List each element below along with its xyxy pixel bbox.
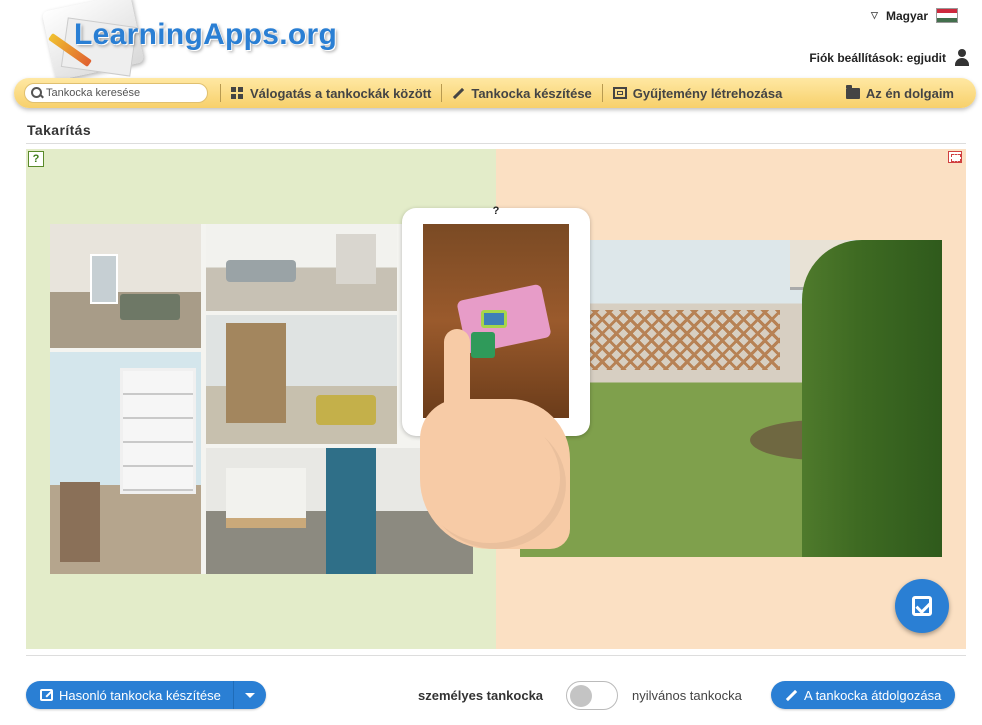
- search-icon: [30, 86, 44, 100]
- card-hint: ?: [492, 205, 500, 217]
- nav-create-app-label: Tankocka készítése: [471, 85, 592, 101]
- lounge-photo: [206, 224, 397, 311]
- garden-house-graphic: [790, 240, 850, 290]
- pencil-icon: [785, 689, 798, 701]
- account-label: Fiók beállítások: egjudit: [809, 51, 946, 65]
- garden-bed-graphic: [750, 420, 890, 460]
- public-label: nyilvános tankocka: [632, 688, 742, 703]
- fullscreen-icon[interactable]: [948, 151, 962, 163]
- rework-app-button[interactable]: A tankocka átdolgozása: [771, 681, 956, 709]
- page: LearningApps.org ▽ Magyar Fiók beállítás…: [0, 0, 982, 725]
- nav-browse-apps[interactable]: Válogatás a tankockák között: [221, 86, 441, 101]
- private-label: személyes tankocka: [418, 688, 544, 703]
- blue-sponge-graphic: [481, 310, 507, 328]
- visibility-toggle[interactable]: [566, 681, 618, 710]
- nav-browse-apps-label: Válogatás a tankockák között: [250, 85, 432, 101]
- language-selector[interactable]: ▽ Magyar: [871, 8, 958, 23]
- dining-room-photo: [206, 315, 397, 444]
- create-similar-button[interactable]: Hasonló tankocka készítése: [26, 681, 233, 709]
- language-caret-icon: ▽: [871, 10, 878, 20]
- logo[interactable]: LearningApps.org: [28, 0, 348, 81]
- chevron-down-icon: [244, 692, 255, 698]
- edit-icon: [40, 689, 53, 701]
- help-icon[interactable]: ?: [28, 151, 44, 167]
- search-input[interactable]: [46, 87, 196, 99]
- hungarian-flag-icon: [936, 8, 958, 23]
- nav-create-app[interactable]: Tankocka készítése: [442, 86, 601, 101]
- checkbox-icon: [912, 596, 932, 616]
- search-box[interactable]: [24, 83, 208, 103]
- collection-icon: [612, 87, 627, 99]
- footer-divider: [26, 655, 966, 656]
- pointing-hand-icon: [416, 329, 576, 551]
- nav-create-collection[interactable]: Gyűjtemény létrehozása: [603, 86, 793, 101]
- account-settings[interactable]: Fiók beállítások: egjudit: [809, 49, 970, 67]
- check-answer-button[interactable]: [895, 579, 949, 633]
- page-title: Takarítás: [27, 122, 92, 138]
- nav-create-collection-label: Gyűjtemény létrehozása: [632, 85, 783, 101]
- folder-icon: [845, 84, 860, 99]
- title-divider: [26, 143, 966, 144]
- nav-my-apps[interactable]: Az én dolgaim: [836, 84, 976, 101]
- toggle-knob: [570, 685, 592, 707]
- shelf-bicycle-photo: [50, 352, 201, 574]
- create-similar-dropdown[interactable]: [234, 681, 266, 709]
- living-room-photo: [50, 224, 201, 348]
- logo-text: LearningApps.org: [74, 18, 338, 51]
- pencil-icon: [452, 87, 465, 99]
- app-frame: ? ?: [26, 149, 966, 649]
- rework-app-label: A tankocka átdolgozása: [804, 687, 942, 703]
- create-similar-label: Hasonló tankocka készítése: [59, 687, 221, 703]
- user-icon: [954, 49, 970, 67]
- grid-icon: [231, 87, 244, 99]
- main-navbar: Válogatás a tankockák között Tankocka ké…: [14, 78, 976, 108]
- nav-my-apps-label: Az én dolgaim: [865, 85, 954, 101]
- language-label: Magyar: [885, 8, 928, 23]
- create-similar-button-group: Hasonló tankocka készítése: [26, 681, 266, 709]
